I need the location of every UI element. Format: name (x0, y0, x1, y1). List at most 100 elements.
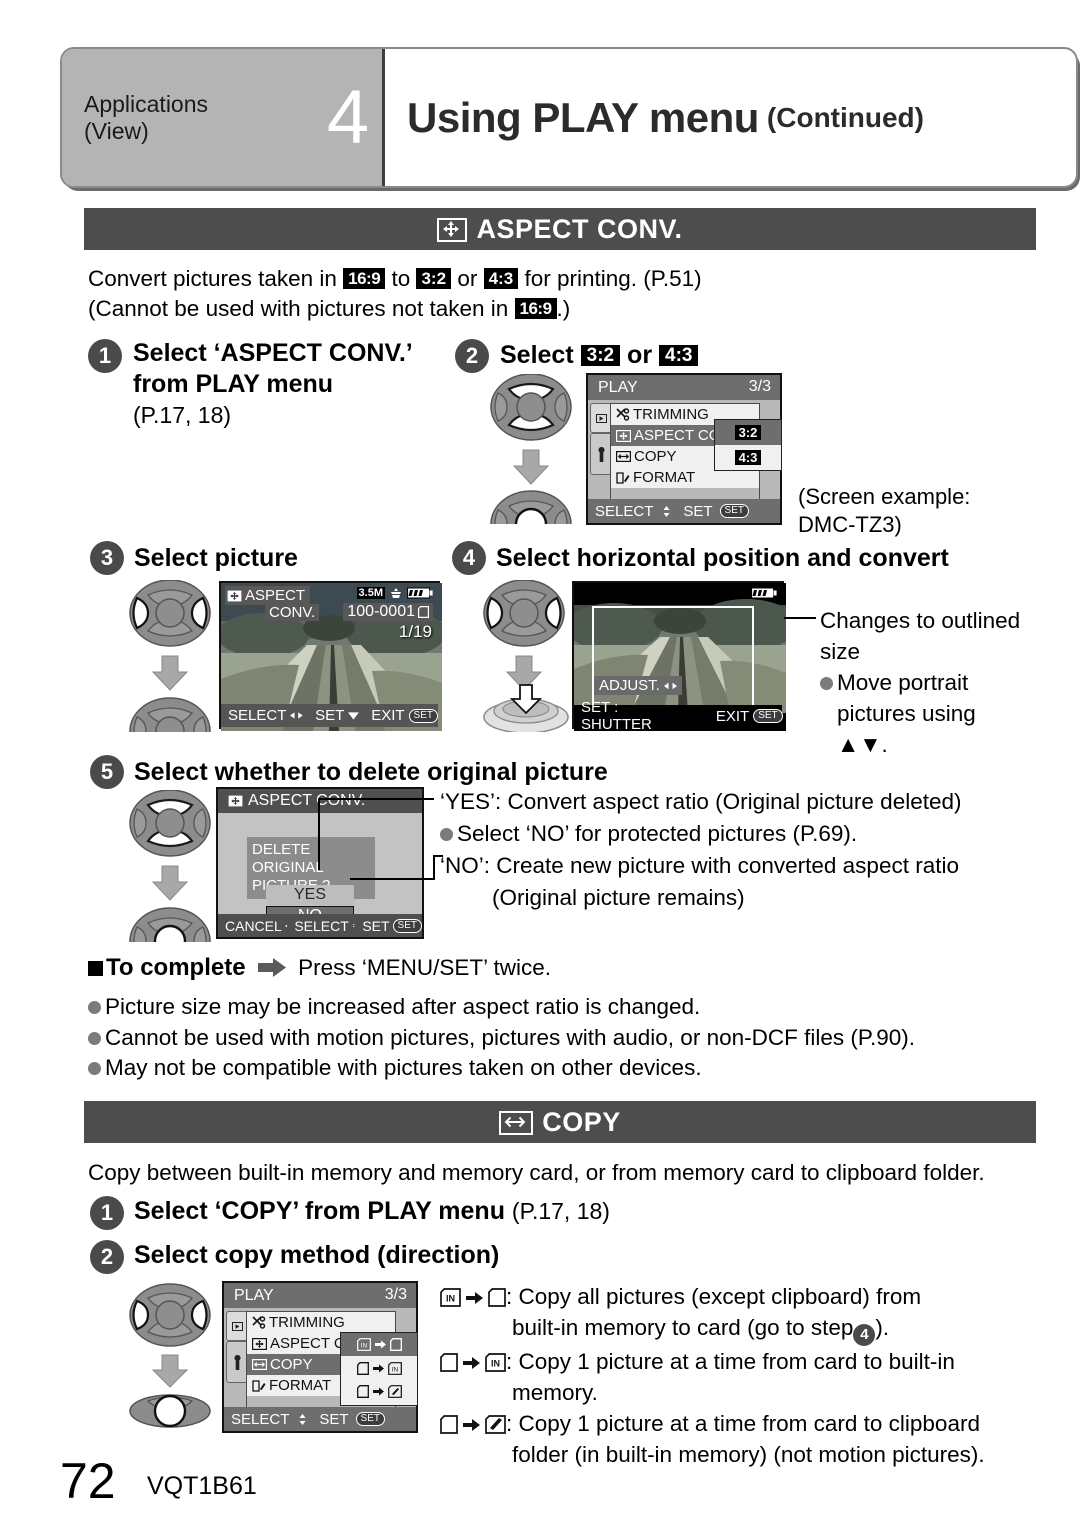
dialog-title-bar: ASPECT CONV. (218, 789, 422, 813)
bullet-dot-5 (440, 828, 453, 841)
to-complete-line: To complete Press ‘MENU/SET’ twice. (88, 953, 1038, 983)
right-arrow-small-icon (374, 1340, 386, 1349)
menu-set-badge-copy: SET (355, 1412, 385, 1426)
leftright-arrows-icon-4 (663, 682, 677, 689)
play-menu-screen-aspect: PLAY 3/3 TRIMMING ASPECT CONV. COPY FORM… (586, 373, 782, 525)
play-tab-icon (590, 403, 612, 433)
leader-line-yes-v (318, 800, 320, 870)
adjust-badge: ADJUST. (594, 676, 682, 695)
tag-3-2: 3:2 (416, 268, 452, 289)
quality-icon (391, 587, 401, 598)
leader-line-no-h (350, 878, 435, 880)
option-row-4-3[interactable]: 4:3 (715, 445, 781, 469)
picture-counter: 1/19 (398, 622, 432, 641)
right-arrow-small-icon-3 (372, 1387, 384, 1396)
copy-section-bar: COPY (84, 1101, 1036, 1143)
copy-intro: Copy between built-in memory and memory … (88, 1160, 985, 1185)
four-way-arrow-dialog-icon (228, 795, 243, 807)
header-category-line1: Applications (84, 90, 209, 117)
aspect-option-submenu: 3:2 4:3 (714, 419, 782, 471)
built-in-memory-icon-d2: IN (485, 1353, 506, 1372)
lcd-page-indicator: 3/3 (748, 378, 771, 395)
bullet-dot-a (88, 1001, 101, 1014)
manual-page: Applications (View) 4 Using PLAY menu (C… (0, 0, 1080, 1535)
delete-confirm-screen: ASPECT CONV. DELETE ORIGINAL PICTURE ? Y… (216, 787, 424, 939)
convert-footer: SET : SHUTTER EXIT SET (574, 699, 783, 733)
copy-option-card-to-in[interactable]: IN (341, 1356, 417, 1380)
picture-size-badge: 3.5M (356, 587, 385, 599)
option-row-3-2[interactable]: 3:2 (715, 420, 781, 445)
play-tab-icon-copy (226, 1311, 248, 1341)
header-body: Applications (View) 4 Using PLAY menu (C… (60, 47, 1078, 188)
battery-icon-4 (751, 587, 777, 599)
tag-4-3: 4:3 (483, 268, 519, 289)
card-icon-d1 (488, 1288, 506, 1307)
battery-icon-wrap (751, 586, 777, 604)
down-arrow-icon (348, 712, 360, 720)
step-3-badge: 3 (90, 541, 124, 575)
menu-set-badge: SET (719, 504, 749, 518)
option-tag-3-2: 3:2 (734, 425, 762, 440)
step-1-title: Select ‘ASPECT CONV.’ from PLAY menu (P.… (133, 339, 413, 428)
copy-method-1: IN : Copy all pictures (except clipboard… (440, 1281, 1040, 1346)
step-5-badge: 5 (90, 755, 124, 789)
copy-option-in-to-card[interactable]: IN (341, 1333, 417, 1356)
menu-set-badge-3: SET (408, 708, 438, 723)
dpad-shutter-graphic (482, 579, 570, 737)
card-icon-d2 (440, 1353, 458, 1372)
dialog-footer: CANCEL SELECT SET SET (218, 914, 422, 937)
step-4-title: Select horizontal position and convert (496, 544, 949, 572)
aspect-convert-screen: ADJUST. SET : SHUTTER EXIT SET (572, 581, 786, 733)
dpad-copy-graphic (128, 1283, 212, 1433)
page-title-suffix: (Continued) (766, 101, 924, 133)
svg-text:IN: IN (446, 1294, 455, 1304)
aspect-intro: Convert pictures taken in 16:9 to 3:2 or… (88, 264, 988, 324)
clipboard-icon (387, 1385, 402, 1398)
step-4-badge: 4 (452, 541, 486, 575)
svg-text:IN: IN (360, 1343, 367, 1350)
tag-16-9: 16:9 (343, 268, 386, 289)
leader-line-no-v (433, 855, 435, 880)
leader-line-yes-h (318, 798, 434, 800)
intro-text-d: for printing. (P.51) (524, 266, 702, 291)
bullet-dot-b (88, 1031, 101, 1045)
built-in-memory-icon: IN (356, 1338, 371, 1351)
copy-step-1-badge: 1 (90, 1196, 124, 1230)
step-5-title: Select whether to delete original pictur… (134, 758, 608, 786)
aspect-label-badge: ASPECT (225, 586, 311, 605)
step-2-badge: 2 (455, 339, 489, 373)
step-3-title: Select picture (134, 544, 298, 572)
copy-method-list: IN : Copy all pictures (except clipboard… (440, 1281, 1040, 1470)
svg-text:IN: IN (391, 1366, 398, 1373)
intro-text-a: Convert pictures taken in (88, 266, 337, 291)
lcd-footer-bar: SELECT SET SET (588, 499, 780, 523)
page-header: Applications (View) 4 Using PLAY menu (C… (60, 47, 1080, 191)
step-5-notes: ‘YES’: Convert aspect ratio (Original pi… (440, 789, 962, 910)
header-title-area: Using PLAY menu (Continued) (382, 49, 1076, 186)
dpad-updown-graphic (489, 373, 573, 558)
dialog-yes-button[interactable]: YES (266, 885, 354, 905)
aspect-preview-screen: ASPECT CONV. 3.5M 100-0001 1/19 SELECT S… (219, 581, 442, 731)
document-code: VQT1B61 (147, 1472, 257, 1500)
step2-tag-4-3: 4:3 (659, 345, 699, 366)
copy-step-1-title: Select ‘COPY’ from PLAY menu (P.17, 18) (134, 1197, 610, 1225)
copy-option-card-to-clipboard[interactable] (341, 1380, 417, 1403)
card-icon-2 (356, 1361, 369, 1375)
battery-icon (407, 587, 433, 599)
intro-line2-b: .) (556, 296, 571, 321)
status-icons: 3.5M (356, 587, 433, 599)
aspect-bullets: Picture size may be increased after aspe… (88, 992, 1048, 1084)
aspect-label-badge-2: CONV. (265, 604, 320, 621)
step-2-title: Select 3:2 or 4:3 (500, 340, 699, 371)
right-arrow-icon-d2 (463, 1356, 480, 1369)
copy-direction-submenu: IN IN (340, 1332, 418, 1406)
card-icon-d3 (440, 1415, 458, 1434)
lcd-footer-bar-copy: SELECT SET SET (224, 1407, 416, 1431)
header-category-line2: (View) (84, 117, 149, 144)
right-arrow-icon-d1 (466, 1291, 483, 1304)
svg-text:IN: IN (491, 1359, 500, 1369)
menu-row-trimming-copy[interactable]: TRIMMING (247, 1312, 395, 1333)
option-tag-4-3: 4:3 (734, 449, 762, 465)
four-way-arrow-icon (437, 218, 468, 243)
step-1-badge: 1 (88, 339, 122, 373)
